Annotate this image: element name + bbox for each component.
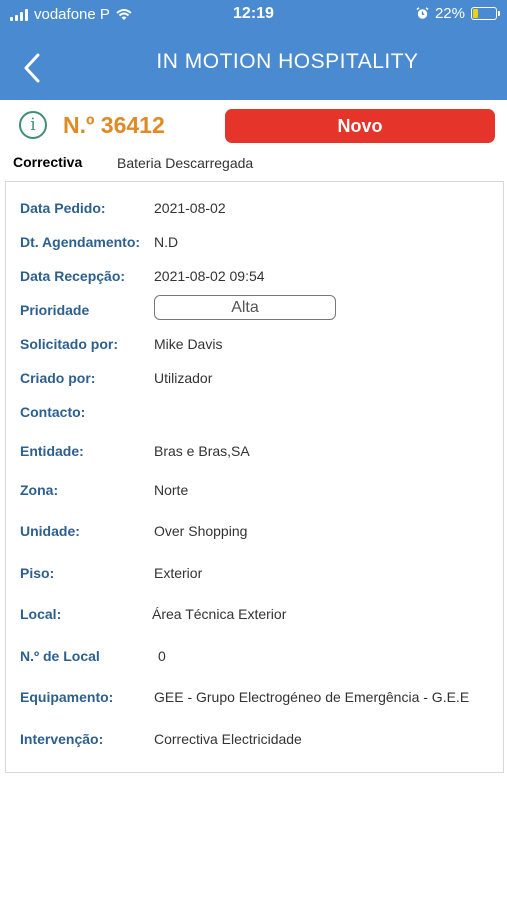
detail-row-intervencao: Intervenção: Correctiva Electricidade [6, 731, 503, 751]
battery-level [473, 9, 479, 18]
app-header: vodafone P 12:19 22% IN MOTION HOSPITALI… [0, 0, 507, 100]
detail-value: Exterior [154, 565, 203, 581]
detail-value: 0 [158, 648, 166, 664]
detail-label: Intervenção: [20, 731, 104, 747]
detail-label: Zona: [20, 482, 59, 498]
detail-row-solicitado-por: Solicitado por: Mike Davis [6, 336, 503, 356]
detail-value: Utilizador [154, 370, 213, 386]
detail-value: 2021-08-02 [154, 200, 226, 216]
battery-percent: 22% [434, 5, 465, 22]
detail-label: Dt. Agendamento: [20, 234, 141, 250]
detail-value: Norte [154, 482, 189, 498]
info-icon[interactable]: i [19, 111, 47, 139]
battery-icon [471, 7, 500, 20]
detail-row-unidade: Unidade: Over Shopping [6, 523, 503, 543]
order-number: N.º 36412 [63, 112, 165, 138]
detail-value: N.D [154, 234, 179, 250]
detail-value: Correctiva Electricidade [154, 731, 302, 747]
details-card: Data Pedido: 2021-08-02 Dt. Agendamento:… [5, 181, 504, 773]
detail-row-data-pedido: Data Pedido: 2021-08-02 [6, 200, 503, 220]
detail-row-prioridade: Prioridade Alta [6, 295, 503, 322]
page-title: IN MOTION HOSPITALITY [156, 50, 419, 73]
detail-value: 2021-08-02 09:54 [154, 268, 265, 284]
detail-row-criado-por: Criado por: Utilizador [6, 370, 503, 390]
detail-label: N.º de Local [20, 648, 100, 664]
status-button[interactable]: Novo [225, 109, 495, 143]
battery-status: 22% [416, 5, 500, 22]
detail-row-zona: Zona: Norte [6, 482, 503, 502]
detail-row-equipamento: Equipamento: GEE - Grupo Electrogéneo de… [6, 689, 503, 709]
detail-value: Área Técnica Exterior [152, 606, 287, 622]
detail-row-piso: Piso: Exterior [6, 565, 503, 585]
detail-row-data-recepcao: Data Recepção: 2021-08-02 09:54 [6, 268, 503, 288]
detail-row-numero-local: N.º de Local 0 [6, 648, 503, 668]
detail-label: Piso: [20, 565, 55, 581]
detail-label: Data Pedido: [20, 200, 106, 216]
detail-label: Unidade: [20, 523, 80, 539]
detail-label: Contacto: [20, 404, 86, 420]
order-description: Bateria Descarregada [117, 155, 254, 171]
detail-label: Local: [20, 606, 62, 622]
detail-label: Data Recepção: [20, 268, 126, 284]
status-bar: vodafone P 12:19 22% [0, 0, 507, 30]
detail-row-contacto: Contacto: [6, 404, 503, 424]
order-type: Correctiva [13, 154, 83, 170]
detail-label: Criado por: [20, 370, 96, 386]
detail-label: Prioridade [20, 302, 90, 318]
detail-row-local: Local: Área Técnica Exterior [6, 606, 503, 626]
detail-value: Bras e Bras,SA [154, 443, 250, 459]
detail-value: GEE - Grupo Electrogéneo de Emergência -… [154, 689, 470, 705]
detail-value: Over Shopping [154, 523, 248, 539]
detail-row-dt-agendamento: Dt. Agendamento: N.D [6, 234, 503, 254]
priority-field[interactable]: Alta [154, 295, 336, 320]
detail-label: Equipamento: [20, 689, 114, 705]
detail-label: Solicitado por: [20, 336, 118, 352]
detail-label: Entidade: [20, 443, 84, 459]
detail-value: Mike Davis [154, 336, 223, 352]
alarm-icon [416, 7, 429, 19]
detail-row-entidade: Entidade: Bras e Bras,SA [6, 443, 503, 463]
